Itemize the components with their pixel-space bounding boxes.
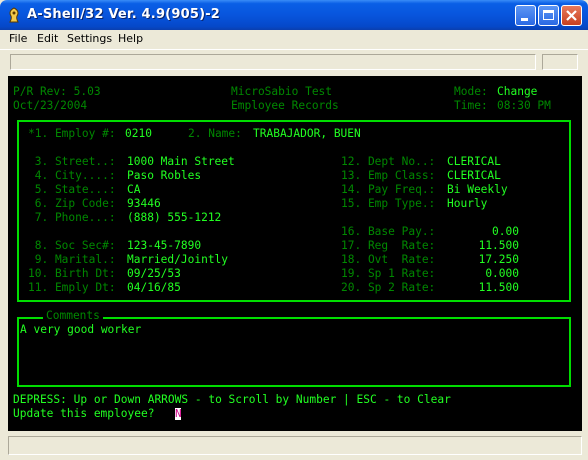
pay-freq-value[interactable]: Bi Weekly <box>447 183 508 197</box>
mode-label: Mode: <box>454 85 488 98</box>
menu-edit[interactable]: Edit <box>37 32 58 45</box>
report-date: Oct/23/2004 <box>13 99 88 112</box>
phone-value[interactable]: (888) 555-1212 <box>127 211 221 225</box>
cursor-char: N <box>175 407 182 420</box>
emply-dt-label: 11. Emply Dt: <box>28 281 116 294</box>
status-bar <box>0 434 588 460</box>
soc-sec-value[interactable]: 123-45-7890 <box>127 239 201 253</box>
birth-dt-value[interactable]: 09/25/53 <box>127 267 181 281</box>
comments-text[interactable]: A very good worker <box>20 323 141 337</box>
ovt-rate-value[interactable]: 17.250 <box>447 253 519 267</box>
screen-subtitle: Employee Records <box>231 99 339 112</box>
close-button[interactable] <box>561 5 582 26</box>
reg-rate-value[interactable]: 11.500 <box>447 239 519 253</box>
birth-dt-label: 10. Birth Dt: <box>28 267 116 280</box>
street-value[interactable]: 1000 Main Street <box>127 155 235 169</box>
emp-type-label: 15. Emp Type.: <box>341 197 436 210</box>
toolbar-field-small <box>542 54 578 70</box>
marital-label: 9. Marital.: <box>28 253 116 266</box>
dept-no-label: 12. Dept No..: <box>341 155 436 168</box>
menu-file[interactable]: File <box>9 32 27 45</box>
time-value: 08:30 PM <box>497 99 551 112</box>
sp2-rate-value[interactable]: 11.500 <box>447 281 519 295</box>
sp1-rate-label: 19. Sp 1 Rate: <box>341 267 436 280</box>
menu-settings[interactable]: Settings <box>67 32 112 45</box>
emply-dt-value[interactable]: 04/16/85 <box>127 281 181 295</box>
maximize-icon <box>543 10 554 20</box>
emp-type-value[interactable]: Hourly <box>447 197 487 211</box>
close-icon <box>566 10 577 21</box>
emp-class-label: 13. Emp Class: <box>341 169 436 182</box>
name-label: 2. Name: <box>188 127 242 140</box>
name-value[interactable]: TRABAJADOR, BUEN <box>253 127 361 141</box>
base-pay-value[interactable]: 0.00 <box>447 225 519 239</box>
company-name: MicroSabio Test <box>231 85 333 98</box>
window-title: A-Shell/32 Ver. 4.9(905)-2 <box>27 7 221 22</box>
sp2-rate-label: 20. Sp 2 Rate: <box>341 281 436 294</box>
zip-value[interactable]: 93446 <box>127 197 161 211</box>
text-cursor[interactable]: N <box>175 407 182 420</box>
phone-label: 7. Phone...: <box>28 211 116 224</box>
comments-legend: Comments <box>43 309 103 323</box>
zip-label: 6. Zip Code: <box>28 197 116 210</box>
pr-rev: P/R Rev: 5.03 <box>13 85 101 98</box>
state-label: 5. State...: <box>28 183 116 196</box>
app-icon <box>9 7 19 23</box>
pay-freq-label: 14. Pay Freq.: <box>341 183 436 196</box>
terminal-screen[interactable]: P/R Rev: 5.03 Oct/23/2004 MicroSabio Tes… <box>8 76 582 431</box>
toolbar-field <box>10 54 536 70</box>
minimize-icon <box>521 18 528 21</box>
sp1-rate-value[interactable]: 0.000 <box>447 267 519 281</box>
time-label: Time: <box>454 99 488 112</box>
ovt-rate-label: 18. Ovt Rate: <box>341 253 436 266</box>
reg-rate-label: 17. Reg Rate: <box>341 239 436 252</box>
soc-sec-label: 8. Soc Sec#: <box>28 239 116 252</box>
state-value[interactable]: CA <box>127 183 140 197</box>
street-label: 3. Street..: <box>28 155 116 168</box>
update-prompt: Update this employee? <box>13 407 155 420</box>
toolbar <box>0 49 588 74</box>
maximize-button[interactable] <box>538 5 559 26</box>
dept-no-value[interactable]: CLERICAL <box>447 155 501 169</box>
mode-value: Change <box>497 85 538 98</box>
menu-help[interactable]: Help <box>118 32 143 45</box>
menu-bar: File Edit Settings Help <box>0 30 588 49</box>
emp-class-value[interactable]: CLERICAL <box>447 169 501 183</box>
title-bar[interactable]: A-Shell/32 Ver. 4.9(905)-2 <box>0 0 588 30</box>
city-label: 4. City....: <box>28 169 116 182</box>
city-value[interactable]: Paso Robles <box>127 169 201 183</box>
status-field <box>8 436 582 455</box>
employ-no-value[interactable]: 0210 <box>125 127 152 141</box>
employ-no-label: *1. Employ #: <box>28 127 116 140</box>
base-pay-label: 16. Base Pay.: <box>341 225 436 238</box>
minimize-button[interactable] <box>515 5 536 26</box>
navigation-hint: DEPRESS: Up or Down ARROWS - to Scroll b… <box>13 393 451 406</box>
marital-value[interactable]: Married/Jointly <box>127 253 228 267</box>
